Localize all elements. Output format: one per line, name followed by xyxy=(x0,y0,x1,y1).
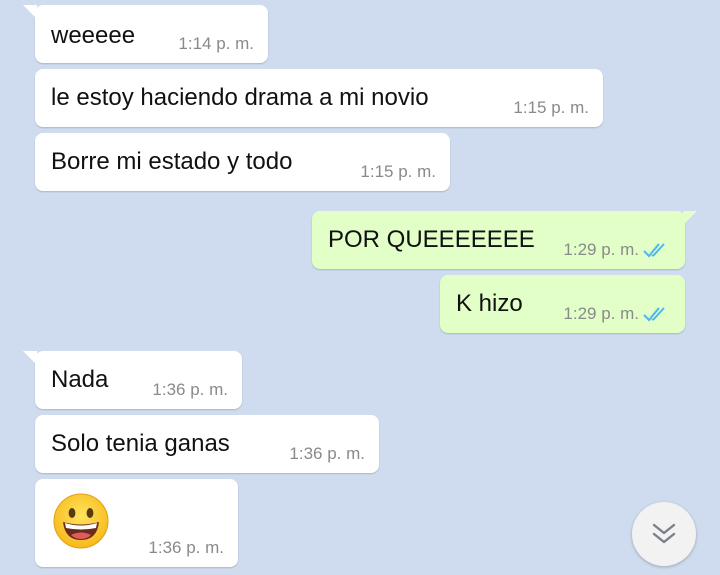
message-time: 1:36 p. m. xyxy=(152,380,228,399)
message-text: K hizo xyxy=(456,290,523,317)
scroll-to-bottom-button[interactable] xyxy=(632,502,696,566)
message-text: weeeee xyxy=(51,22,136,49)
message-time: 1:29 p. m. xyxy=(563,304,639,323)
message-text: Nada xyxy=(51,366,109,393)
message-time: 1:15 p. m. xyxy=(360,162,436,181)
message-time: 1:14 p. m. xyxy=(178,34,254,53)
message-time: 1:15 p. m. xyxy=(513,98,589,117)
message-bubble-incoming[interactable]: Borre mi estado y todo 1:15 p. m. xyxy=(35,133,450,191)
message-text: Borre mi estado y todo xyxy=(51,148,293,175)
message-bubble-outgoing[interactable]: K hizo 1:29 p. m. xyxy=(440,275,685,333)
double-chevron-down-icon xyxy=(652,523,676,544)
grinning-face-emoji-icon xyxy=(53,493,109,549)
message-bubble-incoming[interactable]: 1:36 p. m. xyxy=(35,479,238,567)
double-check-icon xyxy=(643,307,665,322)
message-bubble-incoming[interactable]: weeeee 1:14 p. m. xyxy=(23,5,268,63)
message-bubble-incoming[interactable]: Solo tenia ganas 1:36 p. m. xyxy=(35,415,379,473)
message-time: 1:36 p. m. xyxy=(289,444,365,463)
message-text: Solo tenia ganas xyxy=(51,430,230,457)
message-text: le estoy haciendo drama a mi novio xyxy=(51,84,429,111)
message-bubble-incoming[interactable]: Nada 1:36 p. m. xyxy=(23,351,242,409)
message-bubble-incoming[interactable]: le estoy haciendo drama a mi novio 1:15 … xyxy=(35,69,603,127)
message-time: 1:29 p. m. xyxy=(563,240,639,259)
message-bubble-outgoing[interactable]: POR QUEEEEEEE 1:29 p. m. xyxy=(312,211,697,269)
message-text: POR QUEEEEEEE xyxy=(328,226,535,253)
double-check-icon xyxy=(643,243,665,258)
message-time: 1:36 p. m. xyxy=(148,538,224,557)
